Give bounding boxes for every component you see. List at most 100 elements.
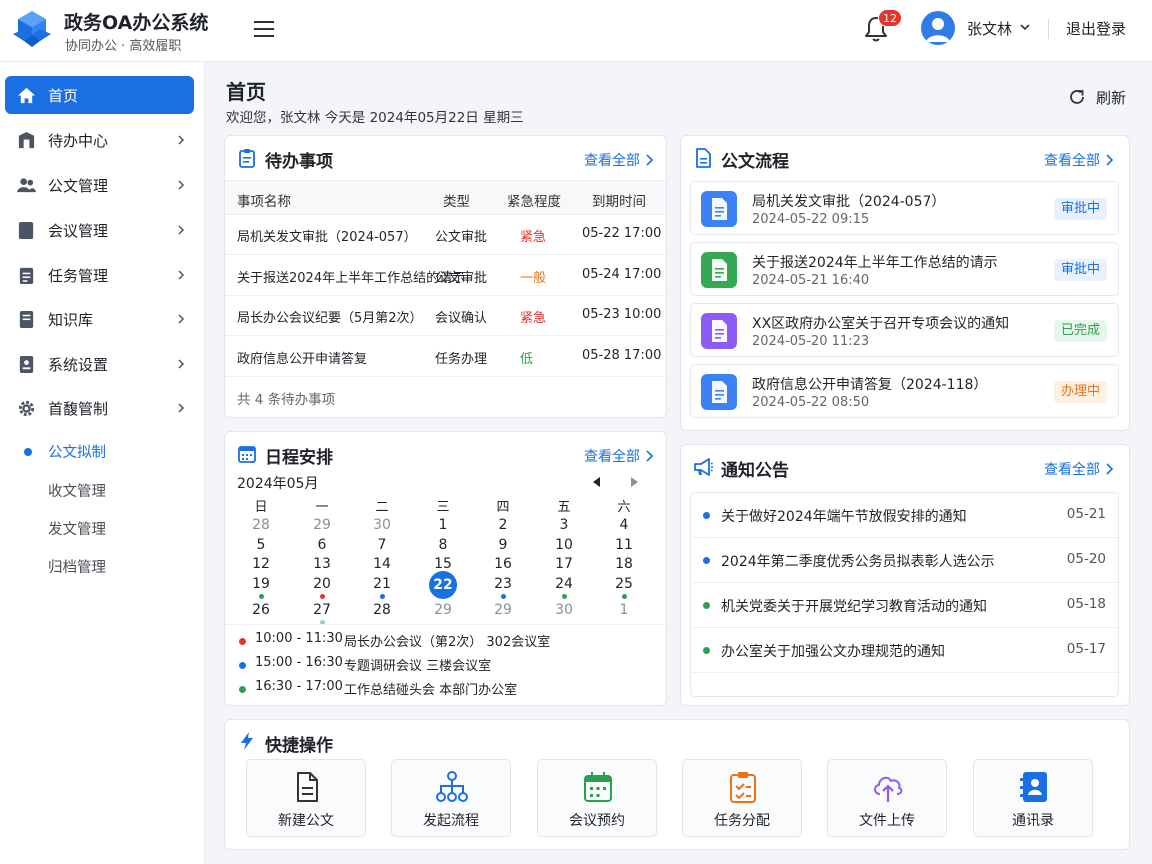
calendar-icon xyxy=(238,446,256,463)
calendar-day[interactable]: 29 xyxy=(423,601,463,623)
sidebar-item-label: 知识库 xyxy=(48,311,94,329)
quick-action-file-upload[interactable]: 文件上传 xyxy=(827,759,947,837)
column-header: 类型 xyxy=(443,194,470,210)
lightning-icon xyxy=(241,732,253,750)
view-all-label: 查看全部 xyxy=(1044,153,1100,169)
chevron-right-icon xyxy=(178,225,185,235)
header-divider xyxy=(1048,19,1049,39)
schedule-item[interactable]: 15:00 - 16:30 专题调研会议 三楼会议室 xyxy=(237,655,657,675)
calendar-day[interactable]: 28 xyxy=(241,516,281,538)
notice-item[interactable]: 办公室关于加强公文办理规范的通知 05-17 xyxy=(691,628,1118,673)
calendar-day-today[interactable]: 22 xyxy=(429,571,457,599)
notice-title: 关于做好2024年端午节放假安排的通知 xyxy=(721,509,967,525)
sidebar-sub-item-label: 公文拟制 xyxy=(48,445,106,461)
due-time-cell: 05-28 17:00 xyxy=(582,347,662,363)
flow-title: 关于报送2024年上半年工作总结的请示 xyxy=(752,255,998,271)
calendar-day[interactable]: 29 xyxy=(302,516,342,538)
calendar-day[interactable]: 16 xyxy=(483,555,523,577)
chevron-down-icon[interactable] xyxy=(1019,21,1031,33)
notice-dot xyxy=(703,647,710,654)
schedule-item[interactable]: 10:00 - 11:30 局长办公会议（第2次） 302会议室 xyxy=(237,631,657,651)
quick-action-contacts[interactable]: 通讯录 xyxy=(973,759,1093,837)
sidebar-item-knowledge-base[interactable]: 知识库 xyxy=(5,300,194,338)
user-avatar[interactable] xyxy=(921,11,955,45)
event-dot xyxy=(320,594,325,599)
calendar-day[interactable]: 26 xyxy=(241,601,281,623)
calendar-day[interactable]: 3 xyxy=(544,516,584,538)
event-dot xyxy=(380,594,385,599)
quick-action-start-workflow[interactable]: 发起流程 xyxy=(391,759,511,837)
sidebar-sub-item-incoming[interactable]: 收文管理 xyxy=(5,473,194,505)
sidebar-sub-item-label: 收文管理 xyxy=(48,484,106,500)
card-title: 待办事项 xyxy=(265,152,333,172)
flow-title: 局机关发文审批（2024-057） xyxy=(752,194,946,210)
notice-item[interactable]: 机关党委关于开展党纪学习教育活动的通知 05-18 xyxy=(691,583,1118,628)
sidebar-item-todo-center[interactable]: 待办中心 xyxy=(5,121,194,159)
schedule-item[interactable]: 16:30 - 17:00 工作总结碰头会 本部门办公室 xyxy=(237,679,657,699)
sidebar-sub-item-drafting[interactable]: 公文拟制 xyxy=(5,434,194,466)
table-row[interactable]: 局机关发文审批（2024-057） 公文审批 紧急 05-22 17:00 xyxy=(225,215,666,255)
sidebar-item-control[interactable]: 首馥管制 xyxy=(5,389,194,427)
flow-list-item[interactable]: XX区政府办公室关于召开专项会议的通知 2024-05-20 11:23 已完成 xyxy=(690,303,1119,357)
welcome-text: 欢迎您，张文林 今天是 2024年05月22日 星期三 xyxy=(226,110,524,126)
quick-action-meeting-booking[interactable]: 会议预约 xyxy=(537,759,657,837)
view-all-link[interactable]: 查看全部 xyxy=(584,446,654,466)
calendar-day[interactable]: 17 xyxy=(544,555,584,577)
prev-month-icon[interactable] xyxy=(591,476,603,488)
notice-item[interactable]: 关于做好2024年端午节放假安排的通知 05-21 xyxy=(691,493,1118,538)
calendar-day[interactable]: 4 xyxy=(604,516,644,538)
sidebar-sub-item-outgoing[interactable]: 发文管理 xyxy=(5,511,194,543)
calendar-day[interactable]: 14 xyxy=(362,555,402,577)
quick-action-new-document[interactable]: 新建公文 xyxy=(246,759,366,837)
view-all-link[interactable]: 查看全部 xyxy=(1044,150,1114,170)
urgency-cell: 一般 xyxy=(520,270,547,286)
calendar-day[interactable]: 1 xyxy=(604,601,644,623)
user-name[interactable]: 张文林 xyxy=(967,18,1012,39)
view-all-link[interactable]: 查看全部 xyxy=(1044,459,1114,479)
calendar-day[interactable]: 12 xyxy=(241,555,281,577)
gear-icon xyxy=(18,400,35,417)
table-row[interactable]: 局长办公会议纪要（5月第2次） 会议确认 紧急 05-23 10:00 xyxy=(225,296,666,336)
sidebar-item-system-settings[interactable]: 系统设置 xyxy=(5,345,194,383)
flow-list-item[interactable]: 关于报送2024年上半年工作总结的请示 2024-05-21 16:40 审批中 xyxy=(690,242,1119,296)
task-icon xyxy=(19,267,34,285)
todo-type-cell: 会议确认 xyxy=(435,311,488,326)
notice-dot xyxy=(703,602,710,609)
view-all-label: 查看全部 xyxy=(1044,462,1100,478)
calendar-day[interactable]: 30 xyxy=(544,601,584,623)
calendar-day[interactable]: 30 xyxy=(362,516,402,538)
quick-action-task-assign[interactable]: 任务分配 xyxy=(682,759,802,837)
sidebar-item-meetings[interactable]: 会议管理 xyxy=(5,211,194,249)
calendar-day[interactable]: 28 xyxy=(362,601,402,623)
top-header: 政务OA办公系统 协同办公 · 高效履职 12 张文林 退出登录 xyxy=(0,0,1152,62)
flow-list-item[interactable]: 政府信息公开申请答复（2024-118） 2024-05-22 08:50 办理中 xyxy=(690,364,1119,418)
flow-list-item[interactable]: 局机关发文审批（2024-057） 2024-05-22 09:15 审批中 xyxy=(690,181,1119,235)
table-row[interactable]: 政府信息公开申请答复 任务办理 低 05-28 17:00 xyxy=(225,337,666,377)
workflow-icon xyxy=(436,771,468,802)
notice-item[interactable]: 2024年第二季度优秀公务员拟表彰人选公示 05-20 xyxy=(691,538,1118,583)
calendar-day[interactable]: 2 xyxy=(483,516,523,538)
quick-action-label: 会议预约 xyxy=(569,813,625,829)
schedule-time: 15:00 - 16:30 xyxy=(255,655,343,670)
status-badge: 审批中 xyxy=(1053,198,1107,220)
sidebar-item-home[interactable]: 首页 xyxy=(5,76,194,114)
view-all-link[interactable]: 查看全部 xyxy=(584,150,654,170)
notice-date: 05-21 xyxy=(1066,506,1106,522)
calendar-day[interactable]: 13 xyxy=(302,555,342,577)
calendar-day[interactable]: 18 xyxy=(604,555,644,577)
chevron-right-icon xyxy=(646,450,654,462)
sidebar: 首页 待办中心 公文管理 会议管理 任务管理 知识库 系统设置 首馥管制 公文拟… xyxy=(0,62,205,864)
calendar-day[interactable]: 29 xyxy=(483,601,523,623)
weekday-label: 二 xyxy=(375,500,389,515)
sidebar-sub-item-archive[interactable]: 归档管理 xyxy=(5,549,194,581)
weekday-label: 一 xyxy=(315,500,329,515)
table-row[interactable]: 关于报送2024年上半年工作总结的请示 公文审批 一般 05-24 17:00 xyxy=(225,256,666,296)
calendar-day[interactable]: 1 xyxy=(423,516,463,538)
menu-toggle-icon[interactable] xyxy=(253,18,275,40)
next-month-icon[interactable] xyxy=(628,476,640,488)
logout-button[interactable]: 退出登录 xyxy=(1066,18,1126,39)
sidebar-item-documents[interactable]: 公文管理 xyxy=(5,166,194,204)
todo-type-cell: 公文审批 xyxy=(435,270,488,286)
sidebar-item-tasks[interactable]: 任务管理 xyxy=(5,256,194,294)
contacts-icon xyxy=(1020,772,1047,802)
